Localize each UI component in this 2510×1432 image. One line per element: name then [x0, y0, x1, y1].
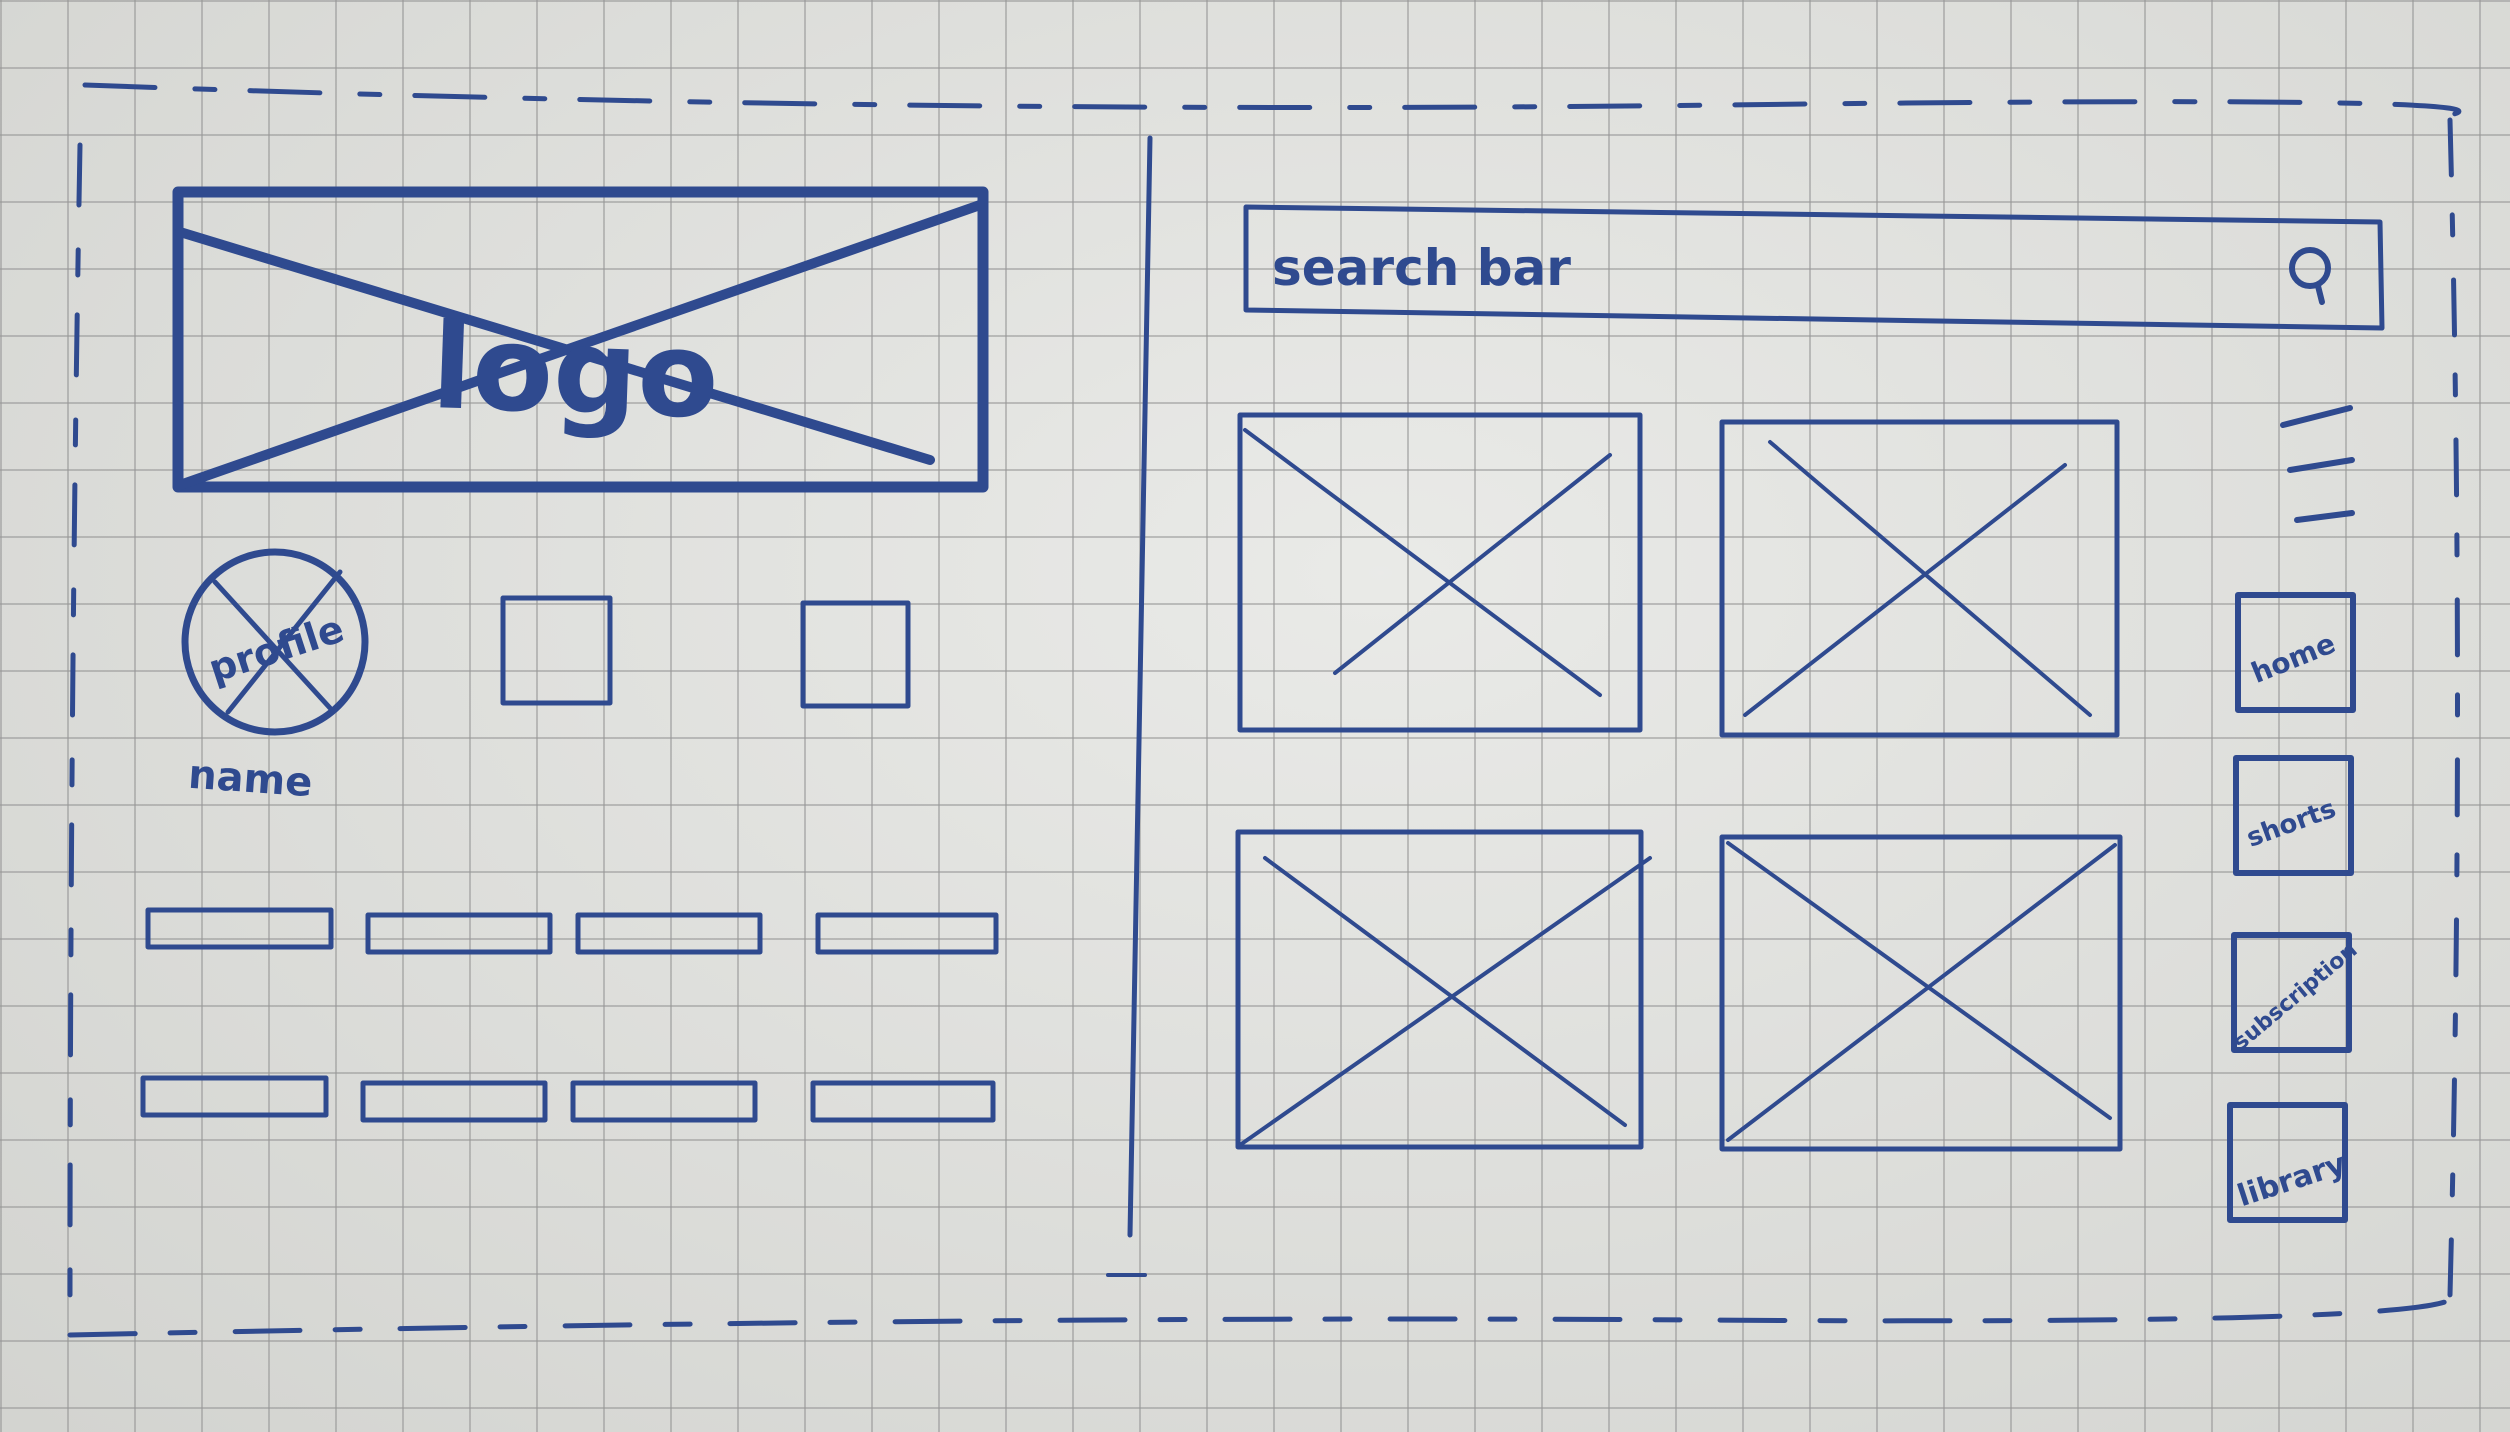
profile-action-box-2[interactable]	[800, 600, 911, 709]
nav-item-shorts[interactable]: shorts	[2233, 755, 2354, 876]
placeholder-button[interactable]	[575, 912, 763, 955]
nav-item-label: subscription	[2229, 938, 2363, 1056]
image-placeholder-4[interactable]	[1719, 834, 2123, 1152]
search-icon[interactable]	[2289, 247, 2331, 305]
profile-action-box-1[interactable]	[500, 595, 613, 706]
logo-placeholder: logo	[172, 186, 989, 493]
nav-item-label: library	[2233, 1146, 2350, 1214]
left-button-row-1	[145, 907, 999, 955]
placeholder-button[interactable]	[145, 907, 334, 950]
profile-avatar[interactable]: profile	[181, 548, 369, 736]
wireframe-sketch: logo profile name search bar home shorts…	[67, 82, 2462, 1338]
image-placeholder-2[interactable]	[1719, 419, 2120, 738]
placeholder-button[interactable]	[570, 1080, 758, 1123]
column-divider	[1106, 135, 1153, 1277]
placeholder-button[interactable]	[810, 1080, 996, 1123]
placeholder-button[interactable]	[140, 1075, 329, 1118]
placeholder-button[interactable]	[365, 912, 553, 955]
nav-item-subscription[interactable]: subscription	[2229, 932, 2363, 1056]
left-button-row-2	[140, 1075, 996, 1123]
image-placeholder-3[interactable]	[1235, 829, 1652, 1150]
nav-item-library[interactable]: library	[2227, 1102, 2351, 1223]
profile-avatar-label: profile	[203, 606, 349, 691]
image-placeholder-1[interactable]	[1237, 412, 1643, 733]
hamburger-menu-icon[interactable]	[2280, 405, 2355, 523]
placeholder-button[interactable]	[360, 1080, 548, 1123]
nav-item-home[interactable]: home	[2235, 592, 2356, 713]
profile-name: name	[187, 752, 314, 807]
logo-label: logo	[429, 297, 721, 445]
search-bar-label: search bar	[1272, 239, 1571, 297]
placeholder-button[interactable]	[815, 912, 999, 955]
nav-item-label: home	[2247, 627, 2340, 690]
search-bar[interactable]: search bar	[1243, 204, 2385, 331]
graph-paper-background: logo profile name search bar home shorts…	[0, 0, 2510, 1432]
nav-item-label: shorts	[2243, 794, 2340, 854]
